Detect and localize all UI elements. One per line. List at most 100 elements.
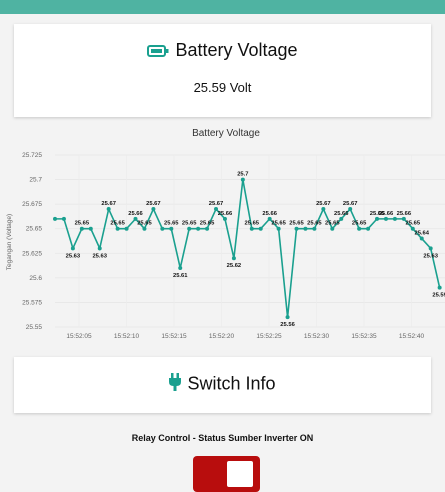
- data-label: 25.56: [280, 322, 295, 328]
- data-label: 25.65: [307, 221, 322, 227]
- relay-toggle-switch[interactable]: [193, 456, 260, 492]
- toggle-knob: [227, 461, 253, 487]
- chart-y-axis-label: Tegangan (Voltage): [6, 214, 13, 270]
- x-tick-label: 15:52:25: [256, 333, 282, 340]
- data-label: 25.66: [379, 211, 394, 217]
- x-tick-label: 15:52:40: [399, 333, 425, 340]
- data-point: [392, 216, 397, 221]
- data-point: [196, 226, 201, 231]
- data-label: 25.67: [101, 201, 116, 207]
- battery-voltage-value: 25.59 Volt: [193, 80, 252, 95]
- data-point: [115, 226, 120, 231]
- data-point: [366, 226, 371, 231]
- data-label: 25.7: [237, 172, 248, 178]
- data-label: 25.66: [128, 211, 143, 217]
- switch-card-header: Switch Info: [14, 373, 431, 396]
- data-point: [169, 226, 174, 231]
- data-label: 25.67: [146, 201, 161, 207]
- data-point: [160, 226, 165, 231]
- data-label: 25.65: [75, 221, 90, 227]
- chart-y-ticks: 25.725 25.7 25.675 25.65 25.625 25.6 25.575 25.…: [22, 152, 42, 331]
- data-label: 25.65: [182, 221, 197, 227]
- data-label: 25.63: [423, 253, 438, 259]
- data-point: [61, 216, 66, 221]
- data-point: [276, 226, 281, 231]
- y-tick-label: 25.675: [22, 201, 42, 208]
- top-accent-bar: [0, 0, 445, 14]
- data-point: [88, 226, 93, 231]
- data-point: [428, 246, 433, 251]
- data-label: 25.66: [334, 211, 349, 217]
- data-label: 25.65: [289, 221, 304, 227]
- y-tick-label: 25.7: [29, 177, 42, 184]
- data-label: 25.65: [110, 221, 125, 227]
- data-point: [222, 216, 227, 221]
- data-label: 25.62: [227, 263, 242, 269]
- data-label: 25.65: [137, 221, 152, 227]
- x-tick-label: 15:52:10: [114, 333, 140, 340]
- data-label: 25.65: [164, 221, 179, 227]
- x-tick-label: 15:52:05: [66, 333, 92, 340]
- data-point: [53, 216, 57, 221]
- data-point: [357, 226, 362, 231]
- data-point: [187, 226, 192, 231]
- y-tick-label: 25.6: [29, 275, 42, 282]
- y-tick-label: 25.575: [22, 299, 42, 306]
- data-label: 25.65: [325, 221, 340, 227]
- switch-info-card: Switch Info: [14, 357, 431, 413]
- battery-card-header: Battery Voltage: [14, 40, 431, 62]
- x-tick-label: 15:52:20: [209, 333, 235, 340]
- x-tick-label: 15:52:35: [351, 333, 377, 340]
- y-tick-label: 25.725: [22, 152, 42, 159]
- data-label: 25.66: [262, 211, 277, 217]
- data-label: 25.65: [200, 221, 215, 227]
- data-point: [70, 246, 75, 251]
- data-point: [231, 256, 236, 261]
- data-point: [240, 177, 245, 182]
- battery-card-title: Battery Voltage: [175, 40, 298, 60]
- data-point: [97, 246, 102, 251]
- data-point: [249, 226, 254, 231]
- data-point: [106, 207, 111, 212]
- data-point: [419, 236, 424, 241]
- x-tick-label: 15:52:30: [304, 333, 330, 340]
- relay-control-label: Relay Control - Status Sumber Inverter O…: [131, 433, 314, 443]
- chart-series-voltage: [53, 177, 442, 320]
- battery-voltage-chart: Battery Voltage Tegangan (Voltage) 25.72…: [0, 124, 445, 346]
- data-point: [79, 226, 84, 231]
- data-point: [285, 315, 290, 320]
- battery-voltage-card: Battery Voltage 25.59 Volt: [14, 24, 431, 117]
- chart-x-ticks: 15:52:05 15:52:10 15:52:15 15:52:20 15:52:25…: [66, 333, 424, 340]
- data-point: [312, 226, 317, 231]
- chart-svg: Battery Voltage Tegangan (Voltage) 25.72…: [6, 128, 445, 340]
- x-tick-label: 15:52:15: [161, 333, 187, 340]
- data-label: 25.65: [271, 221, 286, 227]
- data-label: 25.63: [66, 253, 81, 259]
- chart-data-labels: 25.6325.6525.6325.6725.6525.6625.6525.67…: [66, 172, 445, 329]
- data-point: [339, 216, 344, 221]
- data-point: [294, 226, 299, 231]
- data-label: 25.59: [432, 293, 445, 299]
- data-point: [437, 285, 442, 290]
- data-label: 25.64: [414, 231, 429, 237]
- switch-card-title: Switch Info: [187, 373, 276, 394]
- battery-icon: [147, 41, 169, 62]
- data-point: [178, 266, 183, 271]
- y-tick-label: 25.65: [26, 226, 43, 233]
- data-point: [142, 226, 147, 231]
- data-label: 25.66: [218, 211, 233, 217]
- data-label: 25.63: [92, 253, 107, 259]
- data-point: [383, 216, 388, 221]
- data-point: [151, 207, 156, 212]
- y-tick-label: 25.625: [22, 250, 42, 257]
- data-point: [124, 226, 129, 231]
- data-label: 25.67: [316, 201, 331, 207]
- data-point: [375, 216, 380, 221]
- chart-grid: [55, 154, 445, 328]
- data-label: 25.66: [397, 211, 412, 217]
- data-point: [205, 226, 210, 231]
- data-point: [348, 207, 353, 212]
- data-label: 25.65: [245, 221, 260, 227]
- plug-icon: [169, 373, 182, 396]
- data-label: 25.67: [209, 201, 224, 207]
